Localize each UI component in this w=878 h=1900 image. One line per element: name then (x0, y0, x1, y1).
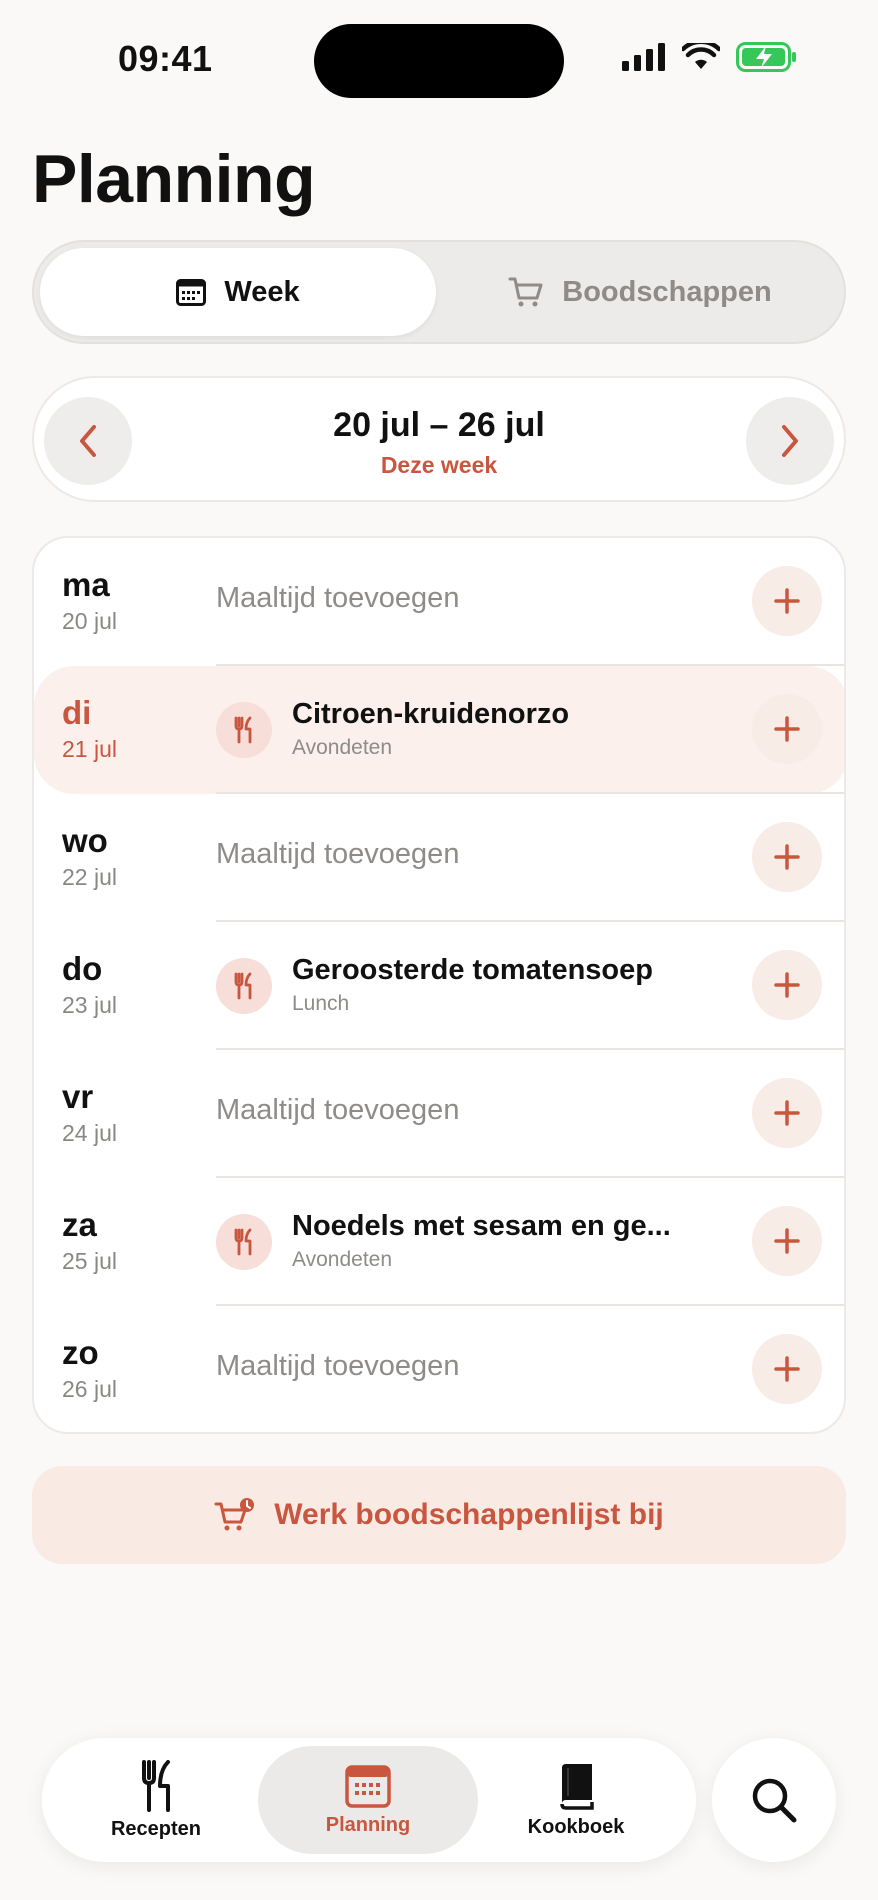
week-navigator: 20 jul – 26 jul Deze week (32, 376, 846, 502)
status-bar: 09:41 (0, 0, 878, 110)
day-date: 26 jul (62, 1376, 117, 1402)
day-date: 21 jul (62, 736, 117, 762)
plus-icon (774, 1100, 800, 1126)
add-meal-placeholder[interactable]: Maaltijd toevoegen (216, 1094, 459, 1127)
meal-title: Noedels met sesam en ge... (292, 1210, 671, 1242)
day-name: do (62, 950, 103, 987)
plus-icon (774, 1356, 800, 1382)
battery-charging-icon (736, 42, 796, 72)
tab-cookbook[interactable]: Kookboek (466, 1746, 686, 1854)
fork-knife-icon (142, 1759, 170, 1812)
day-date: 23 jul (62, 992, 117, 1018)
plus-icon (774, 588, 800, 614)
week-subtitle: Deze week (380, 452, 498, 478)
plus-icon (774, 844, 800, 870)
add-meal-placeholder[interactable]: Maaltijd toevoegen (216, 582, 459, 615)
add-meal-placeholder[interactable]: Maaltijd toevoegen (216, 1350, 459, 1383)
day-name: za (62, 1206, 97, 1243)
view-segmented-control: Week Boodschappen (32, 240, 846, 344)
day-name: ma (62, 566, 110, 603)
day-name: vr (62, 1078, 94, 1115)
day-row-monday: ma 20 jul Maaltijd toevoegen (34, 538, 844, 666)
segment-week[interactable]: Week (40, 248, 436, 336)
book-icon (560, 1763, 594, 1810)
add-meal-button[interactable] (752, 1206, 822, 1276)
tab-cookbook-label: Kookboek (527, 1815, 625, 1838)
fork-knife-icon (216, 1214, 272, 1270)
add-meal-placeholder[interactable]: Maaltijd toevoegen (216, 838, 459, 871)
tab-planning[interactable]: Planning (258, 1746, 478, 1854)
tab-bar: Recepten Planning Kookboek (42, 1738, 696, 1862)
day-name: zo (62, 1334, 99, 1371)
meal-title: Citroen-kruidenorzo (292, 698, 570, 730)
cart-refresh-icon (214, 1498, 255, 1531)
week-range: 20 jul – 26 jul (333, 406, 545, 444)
meal-type: Avondeten (292, 1248, 393, 1271)
plus-icon (774, 972, 800, 998)
day-row-saturday[interactable]: za 25 jul Noedels met sesam en ge... Avo… (34, 1178, 844, 1306)
next-week-button[interactable] (746, 397, 834, 485)
signal-icon (622, 43, 665, 71)
meal-type: Avondeten (292, 736, 393, 759)
plus-icon (774, 716, 800, 742)
update-shopping-list-label: Werk boodschappenlijst bij (274, 1498, 664, 1531)
status-icons (622, 42, 798, 72)
chevron-right-icon (782, 425, 798, 457)
add-meal-button[interactable] (752, 1078, 822, 1148)
tab-recipes[interactable]: Recepten (46, 1746, 266, 1854)
cart-icon (508, 277, 543, 307)
segment-shopping[interactable]: Boodschappen (442, 248, 838, 336)
calendar-icon (345, 1764, 391, 1808)
day-date: 22 jul (62, 864, 117, 890)
add-meal-button[interactable] (752, 694, 822, 764)
week-days-list: ma 20 jul Maaltijd toevoegen di 21 jul C… (32, 536, 846, 1434)
meal-title: Geroosterde tomatensoep (292, 954, 653, 986)
day-date: 20 jul (62, 608, 117, 634)
day-name: di (62, 694, 92, 731)
search-button[interactable] (712, 1738, 836, 1862)
day-name: wo (62, 822, 108, 859)
tab-planning-label: Planning (325, 1813, 411, 1836)
dynamic-island (314, 24, 564, 98)
segment-week-label: Week (224, 275, 300, 308)
add-meal-button[interactable] (752, 1334, 822, 1404)
day-row-friday: vr 24 jul Maaltijd toevoegen (34, 1050, 844, 1178)
tab-recipes-label: Recepten (110, 1817, 202, 1840)
day-row-thursday[interactable]: do 23 jul Geroosterde tomatensoep Lunch (34, 922, 844, 1050)
day-row-wednesday: wo 22 jul Maaltijd toevoegen (34, 794, 844, 922)
wifi-icon (682, 43, 720, 69)
add-meal-button[interactable] (752, 566, 822, 636)
day-date: 24 jul (62, 1120, 117, 1146)
add-meal-button[interactable] (752, 950, 822, 1020)
day-row-sunday: zo 26 jul Maaltijd toevoegen (34, 1306, 844, 1432)
update-shopping-list-button[interactable]: Werk boodschappenlijst bij (32, 1466, 846, 1564)
add-meal-button[interactable] (752, 822, 822, 892)
segment-shopping-label: Boodschappen (562, 275, 772, 308)
day-row-tuesday[interactable]: di 21 jul Citroen-kruidenorzo Avondeten (34, 666, 844, 794)
day-date: 25 jul (62, 1248, 117, 1274)
status-time: 09:41 (118, 38, 213, 79)
meal-type: Lunch (292, 992, 350, 1015)
calendar-icon (176, 279, 207, 306)
plus-icon (774, 1228, 800, 1254)
search-icon (752, 1778, 797, 1823)
fork-knife-icon (216, 702, 272, 758)
fork-knife-icon (216, 958, 272, 1014)
page-title: Planning (32, 141, 316, 217)
